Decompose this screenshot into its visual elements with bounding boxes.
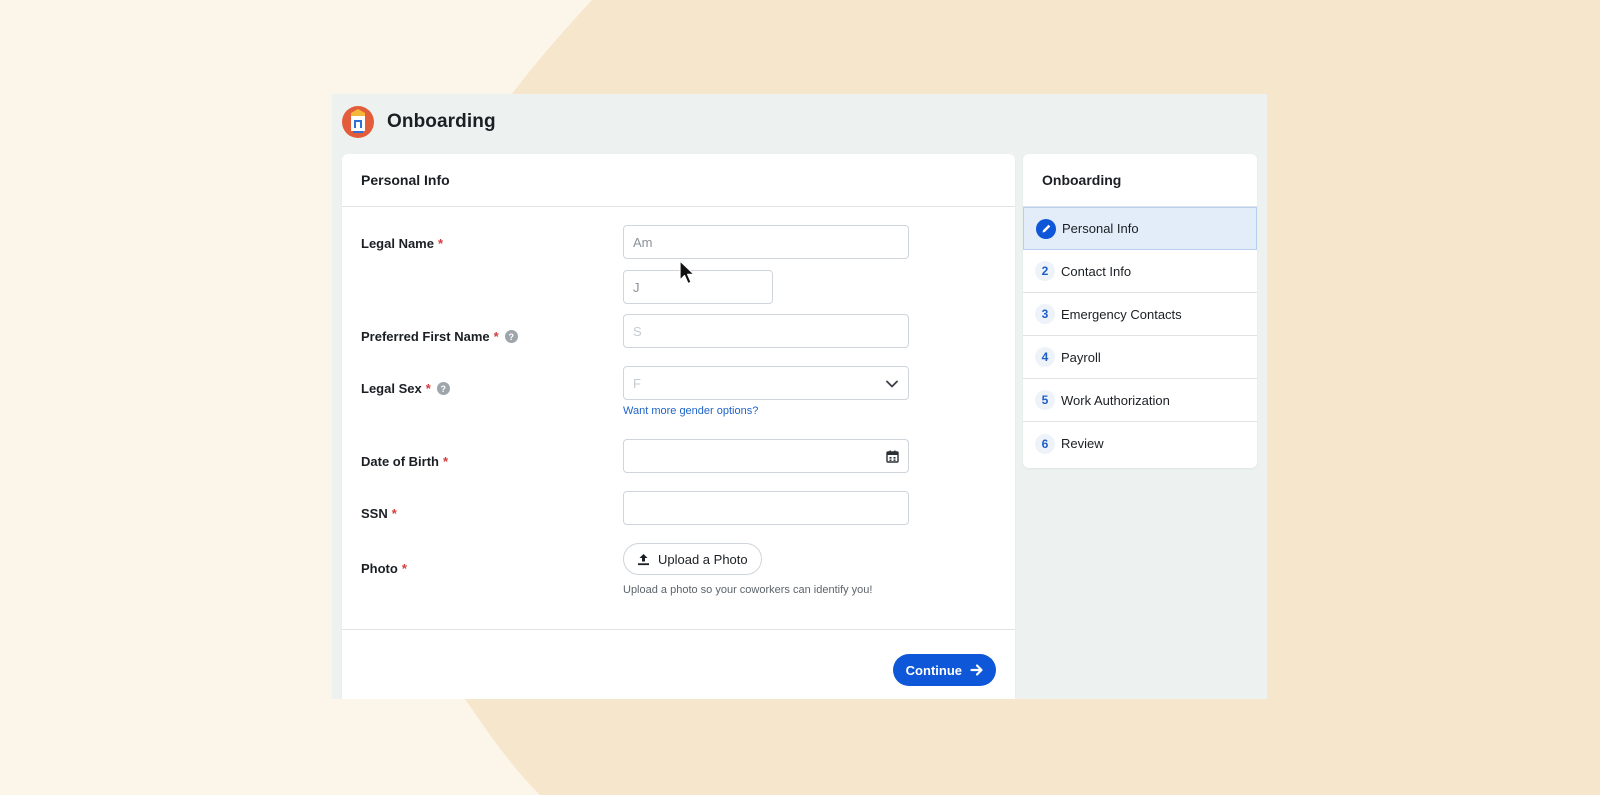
legal-sex-select[interactable]: F: [623, 366, 909, 400]
mouse-cursor-icon: [679, 260, 695, 285]
app-title: Onboarding: [387, 111, 496, 132]
step-label: Personal Info: [1062, 221, 1139, 236]
step-contact-info[interactable]: 2 Contact Info: [1023, 250, 1257, 293]
photo-label: Photo *: [361, 561, 407, 576]
onboarding-window: Onboarding Personal Info Legal Name * Am…: [332, 94, 1267, 699]
required-marker: *: [391, 506, 397, 521]
step-label: Payroll: [1061, 349, 1101, 365]
legal-sex-row: Legal Sex * ? F Want more gender options…: [361, 366, 1015, 438]
company-logo-icon: [342, 106, 374, 138]
continue-button[interactable]: Continue: [892, 654, 996, 686]
chevron-down-icon: [886, 380, 898, 388]
date-of-birth-row: Date of Birth *: [361, 439, 1015, 485]
step-emergency-contacts[interactable]: 3 Emergency Contacts: [1023, 293, 1257, 336]
step-number: 6: [1035, 433, 1055, 454]
legal-last-name-input[interactable]: J: [623, 270, 773, 304]
pencil-icon: [1036, 218, 1056, 239]
help-icon[interactable]: ?: [504, 330, 518, 343]
ssn-label: SSN *: [361, 506, 397, 521]
required-marker: *: [493, 329, 499, 344]
legal-sex-label: Legal Sex * ?: [361, 381, 450, 396]
preferred-first-name-input[interactable]: S: [623, 314, 909, 348]
step-label: Emergency Contacts: [1061, 306, 1182, 322]
step-review[interactable]: 6 Review: [1023, 422, 1257, 465]
step-number: 3: [1035, 304, 1055, 324]
required-marker: *: [425, 381, 431, 396]
step-personal-info[interactable]: Personal Info: [1023, 207, 1257, 250]
personal-info-card: Personal Info Legal Name * Am J Preferre…: [342, 154, 1015, 699]
step-payroll[interactable]: 4 Payroll: [1023, 336, 1257, 379]
step-number: 4: [1035, 347, 1055, 367]
step-number: 5: [1035, 390, 1055, 410]
section-title: Personal Info: [342, 154, 1015, 207]
arrow-right-icon: [970, 664, 983, 676]
steps-list: Personal Info 2 Contact Info 3 Emergency…: [1023, 207, 1257, 465]
date-of-birth-label: Date of Birth *: [361, 454, 449, 469]
sidebar-title: Onboarding: [1023, 154, 1257, 207]
calendar-icon[interactable]: [886, 450, 899, 463]
step-work-authorization[interactable]: 5 Work Authorization: [1023, 379, 1257, 422]
footer-divider: [342, 629, 1015, 630]
step-label: Work Authorization: [1061, 392, 1170, 408]
photo-hint: Upload a photo so your coworkers can ide…: [623, 584, 873, 596]
ssn-input[interactable]: [623, 491, 909, 525]
preferred-first-name-label: Preferred First Name * ?: [361, 329, 518, 344]
required-marker: *: [443, 454, 449, 469]
date-of-birth-input[interactable]: [623, 439, 909, 473]
photo-row: Photo * Upload a Photo Upload a photo so…: [361, 543, 1015, 618]
onboarding-steps-card: Onboarding Personal Info 2 Contact Info …: [1023, 154, 1257, 468]
legal-first-name-input[interactable]: Am: [623, 225, 909, 259]
help-icon[interactable]: ?: [436, 382, 450, 395]
required-marker: *: [401, 561, 407, 576]
required-marker: *: [437, 236, 444, 251]
upload-photo-button[interactable]: Upload a Photo: [623, 543, 762, 575]
preferred-first-name-row: Preferred First Name * ? S: [361, 314, 1015, 360]
step-label: Review: [1061, 436, 1104, 451]
step-number: 2: [1035, 261, 1055, 281]
legal-name-label: Legal Name *: [361, 236, 444, 251]
upload-icon: [638, 553, 649, 565]
app-header: Onboarding: [342, 106, 496, 138]
step-label: Contact Info: [1061, 263, 1132, 279]
ssn-row: SSN *: [361, 491, 1015, 537]
gender-options-link[interactable]: Want more gender options?: [623, 405, 758, 417]
